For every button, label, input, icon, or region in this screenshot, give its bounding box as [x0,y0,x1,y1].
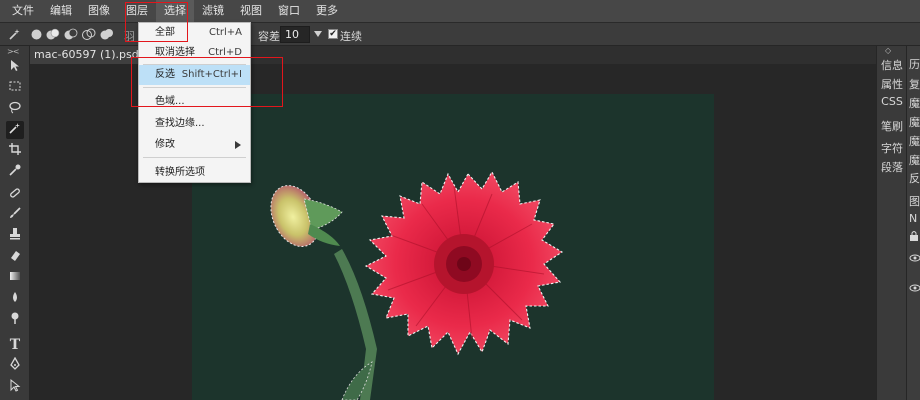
eyedropper-tool-icon[interactable] [6,163,24,181]
gradient-tool-icon[interactable] [6,269,24,287]
menu-edit[interactable]: 编辑 [42,0,80,22]
history-step[interactable]: 魔 [909,133,920,149]
crop-tool-icon[interactable] [6,142,24,160]
visibility-eye-icon[interactable] [909,252,920,265]
menu-more[interactable]: 更多 [308,0,346,22]
magic-wand-tool-icon[interactable] [6,121,24,139]
subtract-selection-icon[interactable] [64,28,78,41]
menu-separator [143,157,246,158]
blur-tool-icon[interactable] [6,290,24,308]
menu-filter[interactable]: 滤镜 [194,0,232,22]
dodge-tool-icon[interactable] [6,311,24,329]
menu-image[interactable]: 图像 [80,0,118,22]
add-selection-icon[interactable] [46,28,60,41]
marquee-tool-icon[interactable] [6,79,24,97]
magic-wand-icon[interactable] [8,28,21,41]
menu-item-label: 修改 [155,139,175,150]
contiguous-checkbox[interactable]: ✔ [328,29,338,39]
path-select-tool-icon[interactable] [6,378,24,396]
lasso-tool-icon[interactable] [6,100,24,118]
type-tool-icon[interactable]: T [6,336,24,354]
xor-selection-icon[interactable] [100,28,113,41]
document-tab[interactable]: mac-60597 (1).psd * × [30,46,142,79]
panel-character-tab[interactable]: 字符 [879,140,905,156]
new-selection-icon[interactable] [30,28,43,41]
visibility-eye-icon[interactable] [909,282,920,295]
collapse-right-panel-icon[interactable]: ◇ [885,46,891,55]
healing-brush-tool-icon[interactable] [6,186,24,204]
tools-panel: >< T [0,46,30,400]
annotation-box-select-menu [125,2,188,42]
collapse-panel-icon[interactable]: >< [7,47,19,56]
panel-brush-tab[interactable]: 笔刷 [879,118,905,134]
brush-tool-icon[interactable] [6,206,24,224]
tolerance-dropdown-icon[interactable] [314,31,322,37]
menu-file[interactable]: 文件 [4,0,42,22]
panel-info-tab[interactable]: 信息 [879,57,905,73]
menu-item-shortcut: Ctrl+A [208,27,242,38]
menu-item-modify[interactable]: 修改 [139,135,250,155]
intersect-selection-icon[interactable] [82,28,96,41]
history-panel: 历 复 魔 魔 魔 魔 反 图 N [906,46,920,400]
lock-icon[interactable] [909,230,920,244]
document-tab-title: mac-60597 (1).psd [34,48,139,61]
flower-bud [270,185,343,247]
contiguous-label: 连续 [340,30,362,43]
canvas[interactable] [192,94,714,400]
right-panel-dock: ◇ 信息 属性 CSS 笔刷 字符 段落 [876,46,906,400]
tolerance-input[interactable]: 10 [280,26,310,43]
dahlia-flower [364,170,564,356]
history-step[interactable]: 魔 [909,114,920,130]
menu-item-find-edges[interactable]: 查找边缘... [139,114,250,134]
stamp-tool-icon[interactable] [6,227,24,245]
menu-item-label: 查找边缘... [155,118,205,129]
panel-css-tab[interactable]: CSS [879,95,905,108]
move-tool-icon[interactable] [6,58,24,76]
menu-item-label: 转换所选项 [155,167,205,178]
panel-paragraph-tab[interactable]: 段落 [879,159,905,175]
history-panel-tab[interactable]: 历 [909,56,920,72]
eraser-tool-icon[interactable] [6,248,24,266]
menu-item-transform-selection[interactable]: 转换所选项 [139,163,250,183]
dahlia-image [270,170,564,400]
history-step[interactable]: 魔 [909,95,920,111]
layers-panel-tab[interactable]: 图 [909,193,920,209]
menu-view[interactable]: 视图 [232,0,270,22]
history-step[interactable]: 复 [909,76,920,92]
pen-tool-icon[interactable] [6,356,24,375]
history-step[interactable]: 反 [909,170,920,186]
annotation-box-inverse [131,57,283,107]
submenu-arrow-icon [235,141,241,149]
blend-mode-select[interactable]: N [909,212,920,225]
panel-properties-tab[interactable]: 属性 [879,76,905,92]
history-step[interactable]: 魔 [909,152,920,168]
menu-window[interactable]: 窗口 [270,0,308,22]
